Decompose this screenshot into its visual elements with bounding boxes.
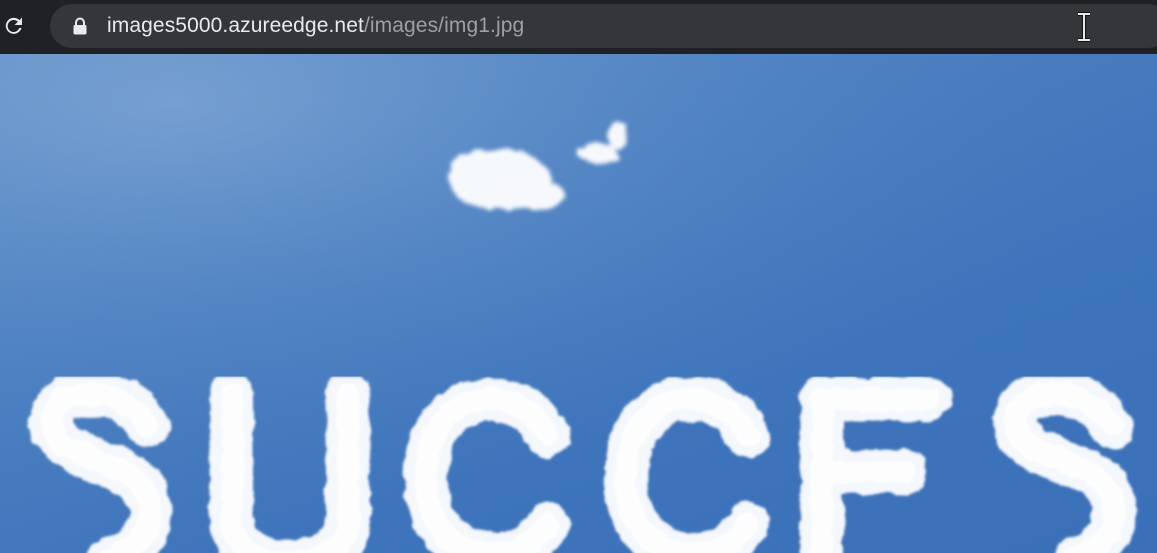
address-bar[interactable]: images5000.azureedge.net/images/img1.jpg [50,4,1157,48]
sky-cloud-image [0,54,1157,553]
url-path: /images/img1.jpg [363,14,525,37]
url-text[interactable]: images5000.azureedge.net/images/img1.jpg [107,15,524,37]
url-host: images5000.azureedge.net [107,14,364,37]
reload-icon [5,17,22,34]
text-cursor-icon [1078,12,1090,42]
browser-toolbar: images5000.azureedge.net/images/img1.jpg [0,0,1157,54]
reload-button[interactable] [0,12,28,40]
image-viewport [0,54,1157,553]
lock-icon[interactable] [72,17,88,35]
